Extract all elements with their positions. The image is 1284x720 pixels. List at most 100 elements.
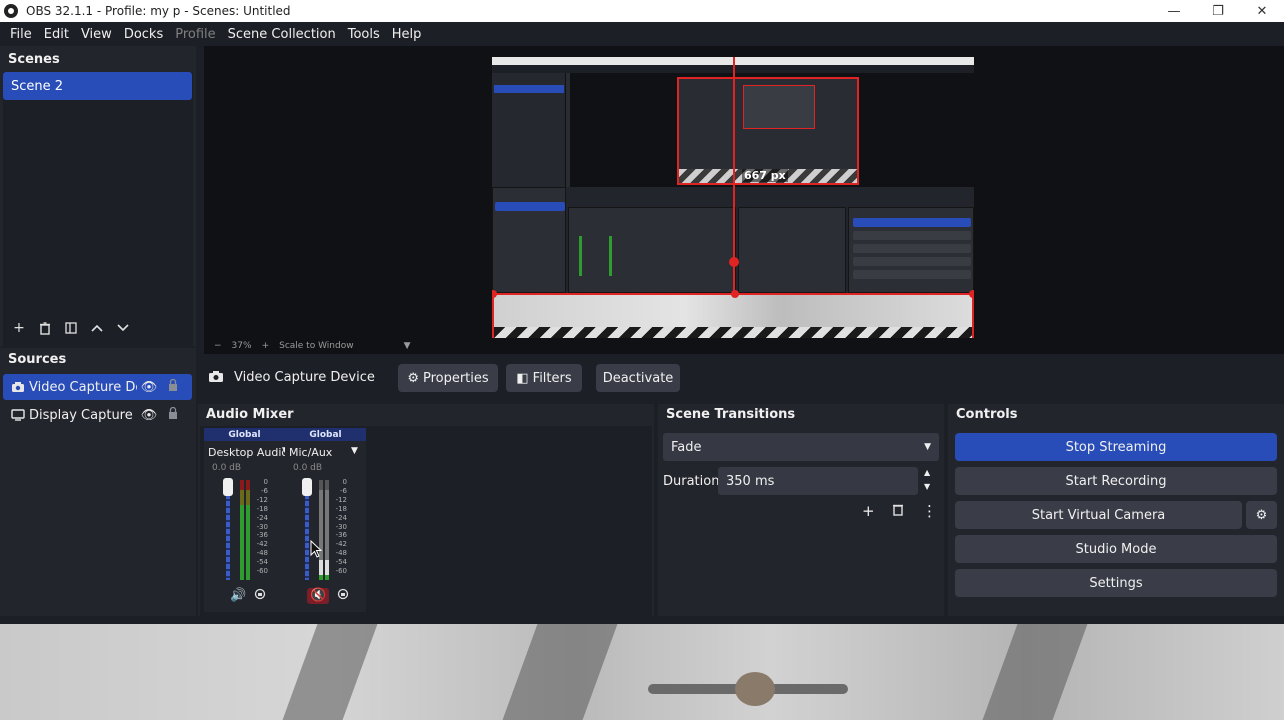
chevron-down-icon: ▼ <box>924 442 931 452</box>
start-recording-button[interactable]: Start Recording <box>955 467 1277 495</box>
source-toolbar: Video Capture Device ⚙ Properties ◧ Filt… <box>198 362 1284 394</box>
menu-view[interactable]: View <box>75 27 118 42</box>
sources-panel: Sources Video Capture Devi 👁 Display Cap… <box>0 348 196 618</box>
source-name: Video Capture Devi <box>29 379 137 395</box>
duration-value: 350 ms <box>726 473 775 489</box>
properties-button[interactable]: ⚙ Properties <box>398 364 498 392</box>
gear-icon: ⚙ <box>1255 507 1268 523</box>
studio-mode-button[interactable]: Studio Mode <box>955 535 1277 563</box>
headphones-icon[interactable] <box>337 588 349 604</box>
video-capture-bounding-box[interactable] <box>492 290 974 339</box>
settings-button[interactable]: Settings <box>955 569 1277 597</box>
scenes-list: Scene 2 <box>3 72 193 352</box>
window-controls: — ❐ ✕ <box>1152 0 1284 22</box>
muted-speaker-icon[interactable]: 🔇 <box>307 588 330 604</box>
menu-help[interactable]: Help <box>386 27 428 42</box>
scenes-panel: Scenes Scene 2 + <box>0 46 196 352</box>
level-meter <box>240 480 244 580</box>
source-toolbar-label: Video Capture Device <box>234 370 375 385</box>
channel-icons: 🔊 <box>230 588 266 604</box>
edge-handle[interactable] <box>731 290 739 298</box>
source-item[interactable]: Video Capture Devi 👁 <box>3 374 192 400</box>
menu-docks[interactable]: Docks <box>118 27 169 42</box>
global-badge[interactable]: Global <box>204 428 285 441</box>
duration-stepper[interactable]: ▲ ▼ <box>924 466 930 494</box>
speaker-icon[interactable]: 🔊 <box>230 588 246 604</box>
virtual-camera-settings-button[interactable]: ⚙ <box>1246 501 1277 529</box>
channel-db: 0.0 dB <box>212 463 242 473</box>
filters-icon: ◧ <box>516 370 529 386</box>
nested-sources <box>492 187 566 293</box>
controls-title: Controls <box>956 407 1018 422</box>
source-name: Display Capture <box>29 407 133 423</box>
db-scale: 0 -6 -12 -18 -24 -30 -36 -42 -48 -54 -60 <box>256 478 268 576</box>
sources-title: Sources <box>8 352 67 367</box>
scale-dropdown-icon[interactable]: ▼ <box>404 341 411 351</box>
trash-icon[interactable] <box>32 318 58 338</box>
eye-icon[interactable]: 👁 <box>137 380 161 395</box>
camera-object <box>735 672 775 706</box>
channel-name[interactable]: Desktop Audio <box>208 446 288 459</box>
corner-handle[interactable] <box>969 290 974 298</box>
mixer-channel-mic-aux: Global Mic/Aux ▼ 0.0 dB 0 -6 -12 -18 -24 -30-… <box>285 428 366 612</box>
filters-icon[interactable] <box>58 318 84 338</box>
scale-mode[interactable]: Scale to Window <box>279 341 353 351</box>
gear-icon: ⚙ <box>407 370 419 386</box>
menu-profile[interactable]: Profile <box>169 27 221 42</box>
move-down-icon[interactable] <box>110 318 136 338</box>
monitor-icon <box>7 409 29 421</box>
nested-scene-item <box>494 85 564 93</box>
channel-name[interactable]: Mic/Aux <box>289 446 332 459</box>
minimize-button[interactable]: — <box>1152 0 1196 22</box>
camera-icon <box>7 381 29 393</box>
lock-icon[interactable] <box>161 406 185 423</box>
global-badge[interactable]: Global <box>285 428 366 441</box>
transition-value: Fade <box>671 439 702 455</box>
audio-mixer-title: Audio Mixer <box>206 407 294 422</box>
add-transition-icon[interactable]: + <box>862 502 875 520</box>
duration-input[interactable]: 350 ms <box>718 467 918 495</box>
trash-icon[interactable] <box>892 502 904 520</box>
filters-button[interactable]: ◧ Filters <box>506 364 582 392</box>
start-virtual-camera-button[interactable]: Start Virtual Camera <box>955 501 1242 529</box>
title-bar: OBS 32.1.1 - Profile: my p - Scenes: Unt… <box>0 0 1284 22</box>
transition-select[interactable]: Fade ▼ <box>663 433 939 461</box>
close-button[interactable]: ✕ <box>1240 0 1284 22</box>
preview-area[interactable]: 667 px <box>204 46 1284 340</box>
camera-icon <box>208 370 224 386</box>
nested-meter <box>579 236 582 276</box>
duration-label: Duration <box>663 474 720 489</box>
nested-transitions <box>738 207 846 293</box>
zoom-out-icon[interactable]: − <box>214 341 222 351</box>
maximize-button[interactable]: ❐ <box>1196 0 1240 22</box>
mouse-cursor-icon <box>310 539 323 561</box>
menu-edit[interactable]: Edit <box>38 27 75 42</box>
obs-logo-icon <box>4 4 18 18</box>
filters-label: Filters <box>532 370 572 386</box>
chevron-down-icon[interactable]: ▼ <box>351 446 358 456</box>
scenes-title: Scenes <box>8 52 60 67</box>
volume-slider-handle[interactable] <box>223 478 233 496</box>
menu-scene-collection[interactable]: Scene Collection <box>222 27 342 42</box>
level-meter <box>325 480 329 580</box>
eye-icon[interactable]: 👁 <box>137 408 161 423</box>
level-meter <box>246 480 250 580</box>
resize-handle[interactable] <box>729 257 739 267</box>
volume-slider-handle[interactable] <box>302 478 312 496</box>
more-options-icon[interactable]: ⋮ <box>922 502 937 520</box>
menu-file[interactable]: File <box>4 27 38 42</box>
lock-icon[interactable] <box>161 378 185 395</box>
level-meter <box>319 480 323 580</box>
move-up-icon[interactable] <box>84 318 110 338</box>
source-item[interactable]: Display Capture 👁 <box>3 402 192 428</box>
channel-icons: 🔇 <box>307 588 349 604</box>
menu-tools[interactable]: Tools <box>342 27 386 42</box>
stop-streaming-button[interactable]: Stop Streaming <box>955 433 1277 461</box>
corner-handle[interactable] <box>492 290 497 298</box>
add-scene-icon[interactable]: + <box>6 318 32 338</box>
deactivate-button[interactable]: Deactivate <box>596 364 680 392</box>
scene-item[interactable]: Scene 2 <box>3 72 192 100</box>
preview-canvas[interactable]: 667 px <box>491 56 975 340</box>
zoom-in-icon[interactable]: + <box>262 341 270 351</box>
headphones-icon[interactable] <box>254 588 266 604</box>
